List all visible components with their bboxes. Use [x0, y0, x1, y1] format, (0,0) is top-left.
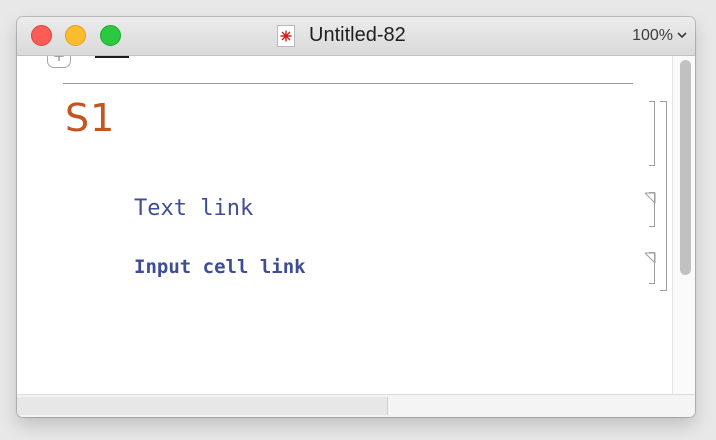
group-cell-bracket[interactable]	[660, 101, 667, 291]
vertical-scroll-thumb[interactable]	[680, 60, 691, 275]
chevron-down-icon[interactable]	[677, 32, 687, 39]
add-cell-button[interactable]: +	[47, 56, 71, 68]
section-divider	[63, 83, 633, 84]
vertical-scrollbar[interactable]	[672, 56, 695, 394]
section-heading[interactable]: S1	[65, 96, 115, 140]
text-link-cell[interactable]: Text link	[134, 196, 253, 221]
window-title: Untitled-82	[309, 24, 406, 46]
mathematica-notebook-icon	[277, 25, 295, 47]
horizontal-scrollbar[interactable]	[17, 394, 672, 417]
minimize-window-button[interactable]	[65, 25, 86, 46]
plus-icon: +	[52, 56, 66, 65]
notebook-window: Untitled-82 100% + S1 Text link Input ce…	[17, 17, 695, 417]
notebook-content[interactable]: + S1 Text link Input cell link	[17, 56, 672, 394]
bracket-corner-icon	[644, 252, 656, 264]
input-cell-link[interactable]: Input cell link	[134, 256, 306, 278]
horizontal-scroll-thumb[interactable]	[17, 397, 388, 415]
section-cell-bracket[interactable]	[649, 101, 655, 166]
zoom-window-button[interactable]	[100, 25, 121, 46]
scrollbar-corner	[672, 394, 695, 417]
title-bar[interactable]: Untitled-82 100%	[17, 17, 695, 56]
bracket-corner-icon	[644, 192, 656, 204]
zoom-level-menu[interactable]: 100%	[632, 27, 673, 45]
cell-insertion-bar	[95, 56, 129, 58]
zoom-level-value: 100%	[632, 27, 673, 44]
close-window-button[interactable]	[31, 25, 52, 46]
